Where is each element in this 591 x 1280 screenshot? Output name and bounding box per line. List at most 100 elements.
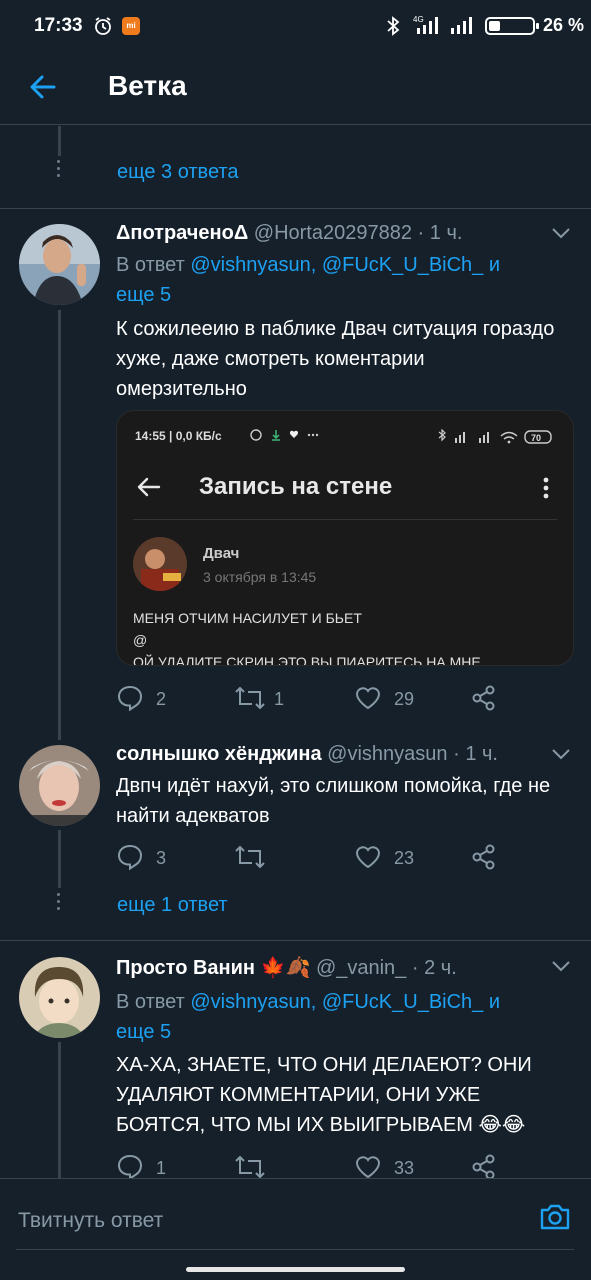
like-count: 33 — [394, 1158, 415, 1178]
share-icon — [472, 685, 495, 711]
mention-link[interactable]: @vishnyasun — [190, 991, 310, 1013]
tweet-text: Двпч идёт нахуй, это слишком помойка, гд… — [116, 775, 551, 827]
status-bar: 17:33 mi 4G 26 % — [0, 0, 591, 50]
mention-link[interactable]: @FUcK_U_BiCh_ — [322, 254, 483, 276]
alarm-icon — [93, 16, 113, 41]
avatar[interactable] — [19, 957, 100, 1038]
like-button[interactable] — [354, 684, 382, 714]
heart-icon — [355, 687, 381, 710]
camera-button[interactable] — [537, 1199, 573, 1235]
tweet-actions: 3 23 — [116, 843, 496, 873]
reply-and: и — [488, 991, 501, 1013]
thread-dots — [57, 160, 61, 181]
kebab-menu-icon — [543, 477, 549, 504]
media-screen-title: Запись на стене — [199, 473, 393, 500]
like-button[interactable] — [354, 843, 382, 873]
battery-percent: 26 % — [543, 15, 585, 35]
heart-icon — [355, 1156, 381, 1179]
like-count: 23 — [394, 848, 415, 868]
divider — [0, 208, 591, 209]
reply-prefix: В ответ — [116, 991, 185, 1013]
network-type-label: 4G — [413, 15, 424, 24]
media-battery: 70 — [435, 428, 555, 450]
media-author-avatar — [133, 537, 187, 591]
reply-prefix: В ответ — [116, 254, 185, 276]
display-name[interactable]: солнышко хёнджина — [116, 743, 322, 765]
reply-context: В ответ @vishnyasun, @FUcK_U_BiCh_ и еще… — [116, 254, 501, 306]
reply-count: 3 — [156, 848, 167, 868]
avatar[interactable] — [19, 224, 100, 305]
thread-line — [58, 830, 61, 888]
mention-link[interactable]: @FUcK_U_BiCh_ — [322, 991, 483, 1013]
display-name[interactable]: Просто Ванин — [116, 957, 255, 979]
thread-line — [58, 126, 61, 156]
media-divider — [133, 519, 557, 520]
user-handle[interactable]: @vishnyasun — [327, 743, 447, 765]
retweet-count: 1 — [274, 689, 285, 709]
reply-icon — [117, 685, 143, 712]
thread-line — [58, 310, 61, 740]
display-name[interactable]: ΔпотраченоΔ — [116, 222, 248, 244]
avatar[interactable] — [19, 745, 100, 826]
back-button[interactable] — [24, 67, 64, 107]
show-more-replies-link[interactable]: еще 3 ответа — [117, 161, 238, 184]
media-post-line: ОЙ УДАЛИТЕ СКРИН ЭТО ВЫ ПИАРИТЕСЬ НА МНЕ — [133, 654, 481, 666]
home-indicator[interactable] — [186, 1267, 405, 1272]
share-icon — [472, 844, 495, 870]
reply-icon — [117, 1154, 143, 1181]
like-count: 29 — [394, 689, 415, 709]
tweet-media-image[interactable]: 14:55 | 0,0 КБ/с 70 Запись на стене Двач… — [116, 410, 574, 666]
more-mentions-link[interactable]: еще 5 — [116, 284, 171, 306]
tweet-time: · 2 ч. — [411, 957, 457, 979]
media-post-line: МЕНЯ ОТЧИМ НАСИЛУЕТ И БЬЕТ — [133, 610, 362, 626]
tweet-text: ХА-ХА, ЗНАЕТЕ, ЧТО ОНИ ДЕЛАЕЮТ? ОНИ УДАЛ… — [116, 1054, 532, 1136]
reply-count: 2 — [156, 689, 167, 709]
reply-count: 1 — [156, 1158, 167, 1178]
heart-icon — [355, 846, 381, 869]
share-button[interactable] — [470, 843, 498, 873]
user-handle[interactable]: @Horta20297882 — [254, 222, 412, 244]
tweet-text: К сожилееию в паблике Двач ситуация гора… — [116, 318, 555, 400]
mention-link[interactable]: @vishnyasun — [190, 254, 310, 276]
app-bar: Ветка — [0, 50, 591, 125]
reply-and: и — [488, 254, 501, 276]
reply-button[interactable] — [116, 684, 144, 714]
more-mentions-link[interactable]: еще 5 — [116, 1021, 171, 1043]
mi-app-icon: mi — [122, 17, 140, 35]
divider — [0, 940, 591, 941]
reply-input-placeholder: Твитнуть ответ — [18, 1209, 164, 1232]
tweet-header: Просто Ванин 🍁🍂 @_vanin_ · 2 ч. — [116, 955, 457, 980]
reply-button[interactable] — [116, 843, 144, 873]
retweet-icon — [235, 845, 265, 869]
chevron-down-icon[interactable] — [551, 959, 571, 978]
name-emoji: 🍁🍂 — [260, 957, 311, 979]
arrow-left-icon — [30, 75, 56, 99]
camera-icon — [540, 1204, 570, 1230]
reply-icon — [117, 844, 143, 871]
retweet-icon — [235, 686, 265, 710]
media-post-line: @ — [133, 632, 148, 648]
thread-dots — [57, 893, 61, 914]
share-icon — [472, 1154, 495, 1180]
page-title: Ветка — [108, 70, 187, 101]
chevron-down-icon[interactable] — [551, 226, 571, 245]
arrow-left-icon — [135, 473, 163, 506]
battery-icon — [485, 17, 541, 40]
share-button[interactable] — [470, 684, 498, 714]
show-more-replies-link[interactable]: еще 1 ответ — [117, 894, 228, 917]
chevron-down-icon[interactable] — [551, 747, 571, 766]
bluetooth-icon — [386, 16, 400, 41]
tweet-time: · 1 ч. — [453, 743, 498, 765]
reply-composer: Твитнуть ответ — [0, 1178, 591, 1280]
retweet-button[interactable] — [234, 684, 266, 714]
composer-underline — [16, 1249, 574, 1250]
tweet-time: · 1 ч. — [417, 222, 463, 244]
thread-line — [58, 1042, 61, 1178]
retweet-button[interactable] — [234, 843, 266, 873]
signal-icon — [449, 14, 479, 41]
user-handle[interactable]: @_vanin_ — [316, 957, 406, 979]
media-status-time: 14:55 | 0,0 КБ/с — [135, 429, 222, 443]
reply-context: В ответ @vishnyasun, @FUcK_U_BiCh_ и еще… — [116, 991, 501, 1043]
media-author-name: Двач — [203, 545, 240, 562]
media-post-text: МЕНЯ ОТЧИМ НАСИЛУЕТ И БЬЕТ @ ОЙ УДАЛИТЕ … — [133, 607, 563, 666]
